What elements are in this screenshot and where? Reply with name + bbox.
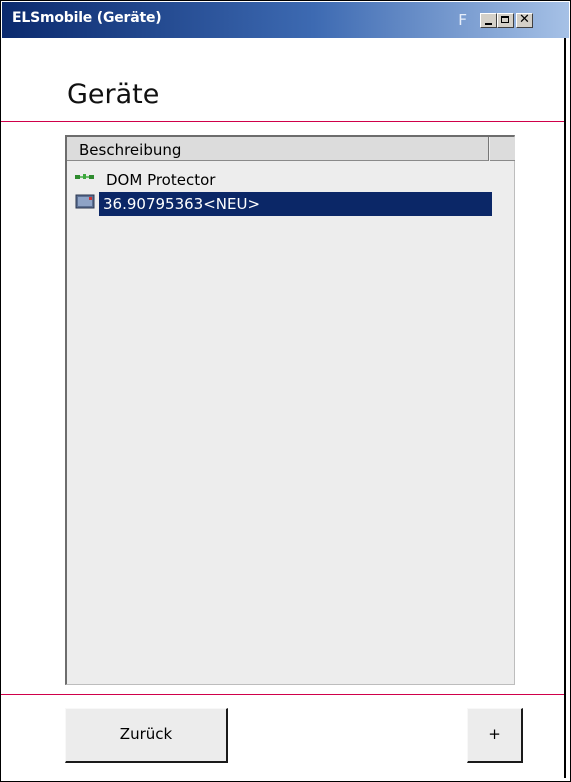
device-list[interactable]: Beschreibung DOM Protector 36.90795363<N… [65, 135, 515, 685]
window-right-border [564, 38, 566, 778]
back-button-label: Zurück [119, 725, 173, 743]
minimize-button[interactable] [480, 13, 497, 28]
touch-keyboard-icon[interactable]: F [458, 12, 474, 28]
column-header-description[interactable]: Beschreibung [67, 137, 489, 161]
column-header-label: Beschreibung [79, 141, 182, 159]
maximize-button[interactable] [497, 13, 514, 28]
add-button[interactable]: + [467, 708, 523, 763]
window-title: ELSmobile (Geräte) [12, 10, 162, 26]
list-item-selected[interactable]: 36.90795363<NEU> [67, 192, 513, 216]
close-button[interactable]: ✕ [516, 12, 533, 28]
page-title: Geräte [67, 79, 160, 110]
footer-divider [1, 694, 564, 695]
close-icon: ✕ [519, 12, 530, 27]
list-item[interactable]: DOM Protector [67, 168, 513, 192]
minimize-icon [485, 23, 492, 25]
maximize-icon [501, 16, 509, 23]
app-window: ELSmobile (Geräte) F ✕ Geräte Beschreibu… [0, 0, 571, 782]
device-new-icon [75, 194, 95, 209]
list-item-label: 36.90795363<NEU> [99, 192, 492, 216]
title-bar[interactable]: ELSmobile (Geräte) F ✕ [2, 2, 569, 38]
column-header-filler [490, 137, 515, 161]
list-item-label: DOM Protector [106, 171, 216, 189]
network-device-icon [75, 171, 95, 185]
add-button-label: + [488, 725, 501, 743]
back-button[interactable]: Zurück [65, 708, 228, 763]
header-divider [1, 121, 564, 122]
